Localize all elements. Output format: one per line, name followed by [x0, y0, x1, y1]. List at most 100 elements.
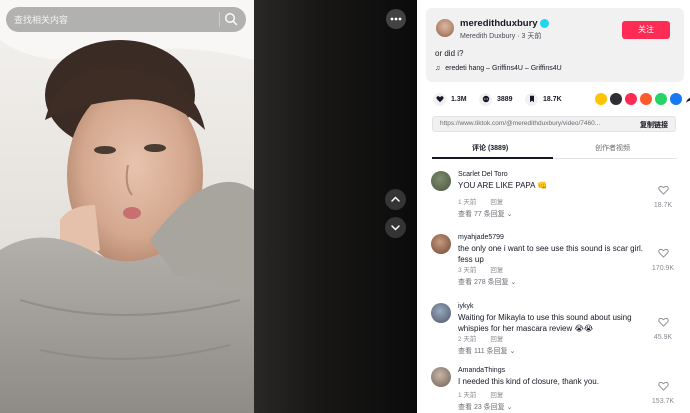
repost-share-icon[interactable]: [640, 93, 652, 105]
search-divider: [219, 12, 220, 27]
save-count: 18.7K: [543, 95, 562, 103]
heart-icon: [433, 92, 446, 106]
author-display-name: Meredith Duxbury: [460, 33, 516, 40]
author-username[interactable]: meredithduxbury: [460, 18, 538, 29]
video-details-panel: meredithduxbury Meredith Duxbury · 3 天前 …: [417, 0, 690, 413]
comment-time: 2 天前: [458, 336, 477, 343]
comment-item: myahjade5799 the only one i want to see …: [417, 225, 690, 289]
author-card: meredithduxbury Meredith Duxbury · 3 天前 …: [426, 8, 684, 82]
video-frame: [0, 0, 254, 413]
comment-like-count: 153.7K: [651, 398, 675, 405]
search-input[interactable]: 查找相关内容: [14, 13, 68, 26]
heart-outline-icon: [657, 248, 669, 258]
view-replies-button[interactable]: 查看 278 条回复 ⌄: [458, 277, 516, 287]
tab-creator-videos[interactable]: 创作者视频: [595, 143, 630, 153]
video-thumbnail-image: [0, 0, 254, 413]
chevron-up-icon: [391, 196, 400, 202]
view-replies-button[interactable]: 查看 77 条回复 ⌄: [458, 209, 513, 219]
copy-link-button[interactable]: 复制链接: [640, 120, 668, 130]
search-bar[interactable]: 查找相关内容: [6, 7, 246, 32]
reply-button[interactable]: 回复: [490, 336, 503, 343]
active-tab-indicator: [432, 157, 553, 159]
view-replies-label: 查看 278 条回复: [458, 279, 509, 286]
heart-outline-icon: [657, 381, 669, 391]
commenter-avatar[interactable]: [431, 303, 451, 323]
reply-button[interactable]: 回复: [490, 199, 503, 206]
view-replies-label: 查看 23 条回复: [458, 404, 505, 411]
search-icon[interactable]: [224, 12, 238, 26]
post-time: 3 天前: [521, 33, 542, 40]
comment-meta: 1 天前 回复: [458, 389, 517, 399]
comment-time: 3 天前: [458, 267, 477, 274]
like-stat[interactable]: 1.3M: [433, 92, 467, 106]
comment-like-button[interactable]: 45.9K: [648, 314, 678, 341]
video-link-box: https://www.tiktok.com/@meredithduxbury/…: [432, 116, 676, 132]
next-video-button[interactable]: [385, 217, 406, 238]
commenter-username[interactable]: Scarlet Del Toro: [458, 171, 508, 178]
comment-item: AmandaThings I needed this kind of closu…: [417, 358, 690, 413]
commenter-avatar[interactable]: [431, 367, 451, 387]
like-count: 1.3M: [451, 95, 467, 103]
save-stat[interactable]: 18.7K: [525, 92, 562, 106]
comment-like-button[interactable]: 153.7K: [648, 378, 678, 405]
engagement-bar: 1.3M 3889 18.7K: [433, 92, 690, 106]
comment-meta: 1 天前 回复: [458, 196, 517, 206]
commenter-username[interactable]: AmandaThings: [458, 367, 505, 374]
comment-like-count: 45.9K: [653, 334, 673, 341]
view-replies-button[interactable]: 查看 23 条回复 ⌄: [458, 402, 513, 412]
verified-badge-icon: [540, 19, 549, 28]
reply-button[interactable]: 回复: [490, 392, 503, 399]
comment-text: the only one i want to see use this soun…: [458, 244, 643, 264]
panel-tabs: 评论 (3889) 创作者视频: [432, 139, 677, 159]
comment-text: I needed this kind of closure, thank you…: [458, 377, 599, 386]
music-info[interactable]: ♫ eredeti hang – Griffins4U – Griffins4U: [435, 65, 562, 72]
comment-time: 1 天前: [458, 199, 477, 206]
commenter-avatar[interactable]: [431, 171, 451, 191]
share-arrow-icon[interactable]: [685, 93, 690, 105]
comment-stat[interactable]: 3889: [479, 92, 513, 106]
video-url: https://www.tiktok.com/@meredithduxbury/…: [440, 120, 601, 127]
comment-item: iykyk Waiting for Mikayla to use this so…: [417, 294, 690, 358]
bookmark-icon: [525, 92, 538, 106]
comment-text: YOU ARE LIKE PAPA 👊: [458, 181, 548, 190]
music-note-icon: ♫: [435, 65, 441, 72]
heart-outline-icon: [657, 317, 669, 327]
view-replies-button[interactable]: 查看 111 条回复 ⌄: [458, 346, 515, 356]
code-share-icon[interactable]: [610, 93, 622, 105]
comment-bubble-icon: [479, 92, 492, 106]
comment-like-count: 170.9K: [651, 265, 675, 272]
author-avatar[interactable]: [436, 19, 454, 37]
comment-time: 1 天前: [458, 392, 477, 399]
comment-like-count: 18.7K: [653, 202, 673, 209]
author-subtitle: Meredith Duxbury · 3 天前: [460, 33, 542, 40]
tab-comments[interactable]: 评论 (3889): [472, 143, 508, 153]
music-title: eredeti hang – Griffins4U – Griffins4U: [445, 65, 562, 72]
previous-video-button[interactable]: [385, 189, 406, 210]
facebook-share-icon[interactable]: [670, 93, 682, 105]
comment-text: Waiting for Mikayla to use this sound ab…: [458, 313, 632, 333]
embed-share-icon[interactable]: [595, 93, 607, 105]
more-dots-icon: [390, 17, 402, 21]
comment-item: Scarlet Del Toro YOU ARE LIKE PAPA 👊 1 天…: [417, 162, 690, 226]
chevron-down-icon: [391, 225, 400, 231]
comment-meta: 2 天前 回复: [458, 333, 517, 343]
follow-button[interactable]: 关注: [622, 21, 670, 39]
tiktok-video-page: 查找相关内容 meredithduxbury Meredith Duxbury …: [0, 0, 690, 413]
heart-outline-icon: [657, 185, 669, 195]
reply-button[interactable]: 回复: [490, 267, 503, 274]
comment-meta: 3 天前 回复: [458, 264, 517, 274]
comment-count: 3889: [497, 95, 513, 103]
video-player[interactable]: 查找相关内容: [0, 0, 417, 413]
send-share-icon[interactable]: [625, 93, 637, 105]
view-replies-label: 查看 77 条回复: [458, 211, 505, 218]
whatsapp-share-icon[interactable]: [655, 93, 667, 105]
commenter-avatar[interactable]: [431, 234, 451, 254]
view-replies-label: 查看 111 条回复: [458, 348, 508, 355]
video-description: or did i?: [435, 49, 464, 58]
share-icons: [595, 92, 690, 106]
commenter-username[interactable]: myahjade5799: [458, 234, 504, 241]
comment-like-button[interactable]: 18.7K: [648, 182, 678, 209]
comment-like-button[interactable]: 170.9K: [648, 245, 678, 272]
commenter-username[interactable]: iykyk: [458, 303, 474, 310]
more-options-button[interactable]: [386, 9, 406, 29]
